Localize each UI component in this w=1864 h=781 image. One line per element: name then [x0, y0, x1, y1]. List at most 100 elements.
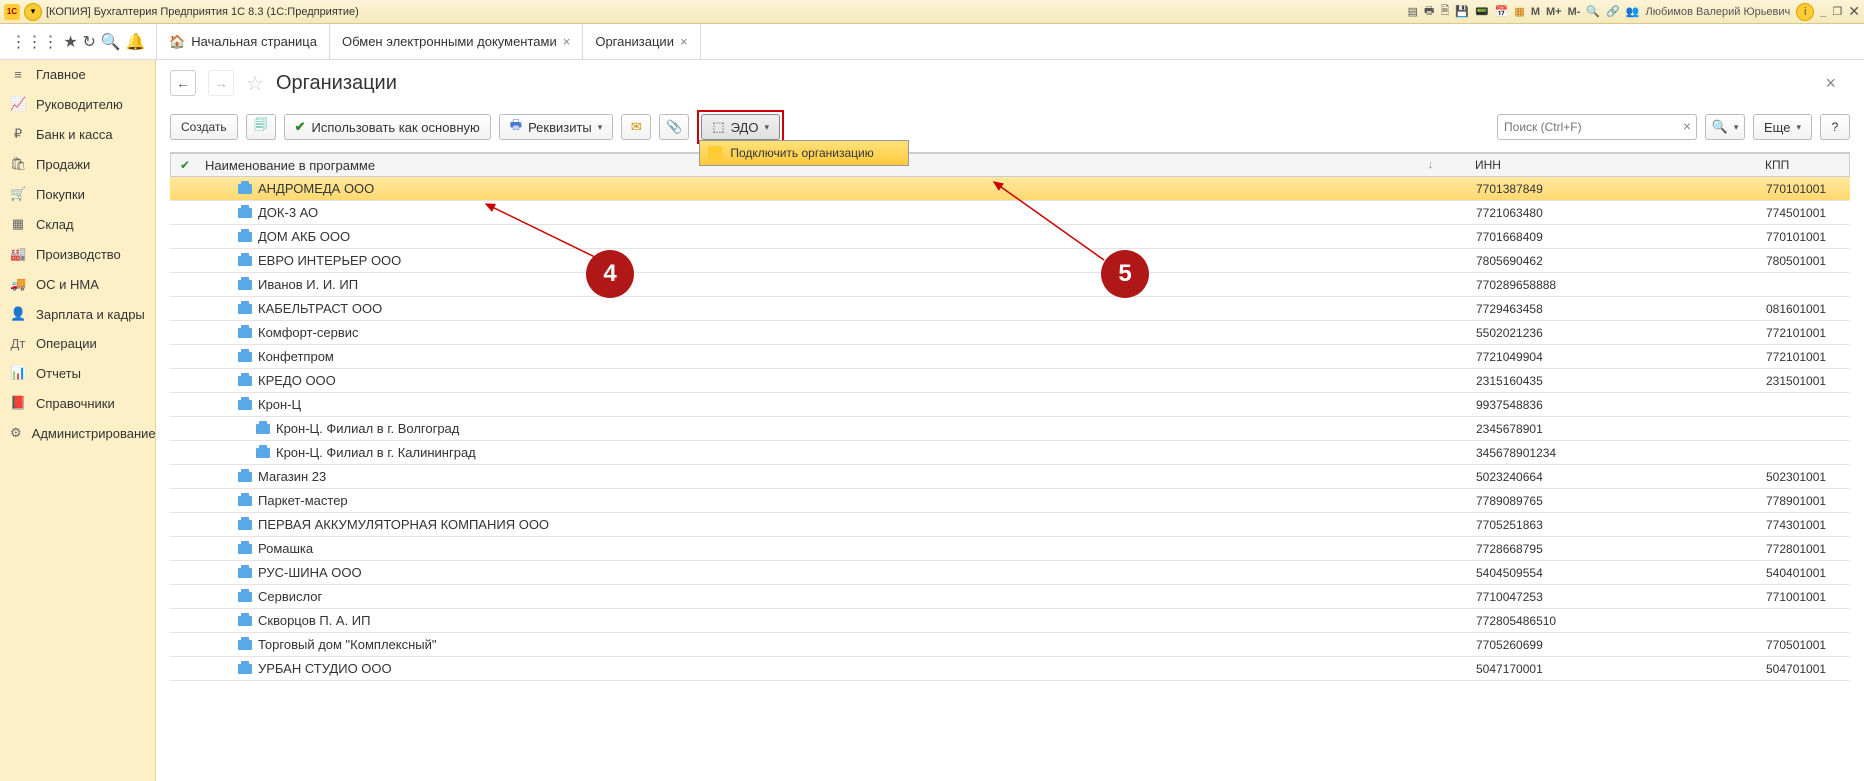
tab[interactable]: Организации× [583, 24, 700, 59]
tab[interactable]: Обмен электронными документами× [330, 24, 583, 59]
close-tab-icon[interactable]: × [563, 34, 571, 49]
requisites-button[interactable]: 🖶Реквизиты▾ [499, 114, 614, 140]
help-button[interactable]: ? [1820, 114, 1850, 140]
print-icon[interactable]: 🖶 [1424, 2, 1434, 21]
filter-button[interactable]: 🔍▾ [1705, 114, 1745, 140]
back-button[interactable]: ← [170, 70, 196, 96]
table-row[interactable]: АНДРОМЕДА ООО7701387849770101001 [170, 177, 1850, 201]
sidebar-item[interactable]: 🛒Покупки [0, 179, 155, 209]
sidebar-icon: 🏭 [10, 246, 26, 262]
edo-dropdown: Подключить организацию [699, 140, 909, 166]
sidebar-item[interactable]: 📈Руководителю [0, 89, 155, 119]
sidebar-item[interactable]: ⚙Администрирование [0, 418, 155, 448]
table-row[interactable]: ПЕРВАЯ АККУМУЛЯТОРНАЯ КОМПАНИЯ ООО770525… [170, 513, 1850, 537]
search-input[interactable] [1497, 114, 1697, 140]
toolbar-icon[interactable]: ▤ [1408, 5, 1418, 18]
sidebar-icon: ₽ [10, 126, 26, 142]
table-row[interactable]: Магазин 235023240664502301001 [170, 465, 1850, 489]
search-icon[interactable]: 🔍 [101, 32, 121, 52]
m-plus-icon[interactable]: M+ [1546, 6, 1562, 18]
sidebar-icon: 👤 [10, 306, 26, 322]
m-minus-icon[interactable]: M- [1568, 6, 1581, 18]
org-icon [238, 664, 252, 674]
inn-column-header[interactable]: ИНН [1469, 158, 1759, 172]
use-as-main-button[interactable]: ✔Использовать как основную [284, 114, 491, 140]
sidebar-item[interactable]: ▦Склад [0, 209, 155, 239]
create-button[interactable]: Создать [170, 114, 238, 140]
table-row[interactable]: КАБЕЛЬТРАСТ ООО7729463458081601001 [170, 297, 1850, 321]
sidebar-item[interactable]: ДтОперации [0, 329, 155, 358]
table-row[interactable]: ДОК-3 АО7721063480774501001 [170, 201, 1850, 225]
favorite-icon[interactable]: ☆ [246, 71, 264, 96]
clear-search-icon[interactable]: × [1683, 118, 1691, 134]
connect-org-item[interactable]: Подключить организацию [700, 141, 908, 165]
sidebar-item[interactable]: ≡Главное [0, 60, 155, 89]
restore-icon[interactable]: ❐ [1832, 5, 1842, 18]
table-row[interactable]: УРБАН СТУДИО ООО5047170001504701001 [170, 657, 1850, 681]
doc-icon[interactable]: 🗎 [1440, 2, 1449, 21]
table-row[interactable]: Крон-Ц. Филиал в г. Калининград345678901… [170, 441, 1850, 465]
table-row[interactable]: Комфорт-сервис5502021236772101001 [170, 321, 1850, 345]
org-icon [238, 520, 252, 530]
titlebar: 1C ▾ [КОПИЯ] Бухгалтерия Предприятия 1С … [0, 0, 1864, 24]
table-row[interactable]: Ромашка7728668795772801001 [170, 537, 1850, 561]
sidebar-icon: 🛍 [10, 156, 26, 172]
save-icon[interactable]: 💾 [1455, 5, 1469, 18]
calendar-icon[interactable]: 📅 [1495, 5, 1509, 18]
close-page-icon[interactable]: × [1825, 73, 1850, 94]
grid-icon[interactable]: ▦ [1514, 5, 1524, 18]
table-row[interactable]: Скворцов П. А. ИП772805486510 [170, 609, 1850, 633]
mail-button[interactable]: ✉ [621, 114, 651, 140]
table-row[interactable]: РУС-ШИНА ООО5404509554540401001 [170, 561, 1850, 585]
m-icon[interactable]: M [1531, 6, 1540, 18]
tab[interactable]: 🏠Начальная страница [156, 24, 330, 59]
edo-button[interactable]: ⬚ЭДО▾ [701, 114, 780, 140]
attach-button[interactable]: 📎 [659, 114, 689, 140]
search-icon[interactable]: 🔍 [1586, 5, 1600, 18]
forward-button[interactable]: → [208, 70, 234, 96]
org-inn: 770289658888 [1470, 278, 1760, 292]
check-column-header[interactable]: ✔ [171, 158, 199, 172]
star-icon[interactable]: ★ [63, 32, 77, 52]
table-row[interactable]: Паркет-мастер7789089765778901001 [170, 489, 1850, 513]
sidebar-item[interactable]: 🚚ОС и НМА [0, 269, 155, 299]
org-name: ДОМ АКБ ООО [258, 229, 350, 244]
table-row[interactable]: Иванов И. И. ИП770289658888 [170, 273, 1850, 297]
close-tab-icon[interactable]: × [680, 34, 688, 49]
table-row[interactable]: Сервислог7710047253771001001 [170, 585, 1850, 609]
more-button[interactable]: Еще▾ [1753, 114, 1812, 140]
apps-icon[interactable]: ⋮⋮⋮ [10, 32, 58, 52]
sidebar-item[interactable]: ₽Банк и касса [0, 119, 155, 149]
table-row[interactable]: ЕВРО ИНТЕРЬЕР ООО7805690462780501001 [170, 249, 1850, 273]
table-row[interactable]: Торговый дом "Комплексный"77052606997705… [170, 633, 1850, 657]
sidebar-label: Отчеты [36, 366, 81, 381]
org-kpp: 778901001 [1760, 494, 1850, 508]
table-row[interactable]: ДОМ АКБ ООО7701668409770101001 [170, 225, 1850, 249]
table-row[interactable]: Конфетпром7721049904772101001 [170, 345, 1850, 369]
history-icon[interactable]: ↻ [83, 32, 96, 52]
link-icon[interactable]: 🔗 [1606, 5, 1620, 18]
org-kpp: 772101001 [1760, 350, 1850, 364]
info-icon[interactable]: i [1796, 3, 1814, 21]
table-row[interactable]: Крон-Ц. Филиал в г. Волгоград2345678901 [170, 417, 1850, 441]
org-icon [238, 232, 252, 242]
minimize-icon[interactable]: _ [1820, 6, 1826, 18]
sidebar-item[interactable]: 📕Справочники [0, 388, 155, 418]
sidebar-item[interactable]: 🛍Продажи [0, 149, 155, 179]
sidebar-item[interactable]: 🏭Производство [0, 239, 155, 269]
sidebar-item[interactable]: 📊Отчеты [0, 358, 155, 388]
kpp-column-header[interactable]: КПП [1759, 158, 1849, 172]
calc-icon[interactable]: 📟 [1475, 5, 1489, 18]
org-icon [238, 472, 252, 482]
org-name: Конфетпром [258, 349, 334, 364]
bell-icon[interactable]: 🔔 [126, 32, 146, 52]
table-row[interactable]: Крон-Ц9937548836 [170, 393, 1850, 417]
user-name[interactable]: Любимов Валерий Юрьевич [1646, 6, 1791, 18]
sidebar-item[interactable]: 👤Зарплата и кадры [0, 299, 155, 329]
sidebar-icon: 📈 [10, 96, 26, 112]
copy-button[interactable]: 🗐 [246, 114, 276, 140]
table-row[interactable]: КРЕДО ООО2315160435231501001 [170, 369, 1850, 393]
org-icon [238, 400, 252, 410]
titlebar-dropdown-icon[interactable]: ▾ [24, 3, 42, 21]
close-window-icon[interactable]: ✕ [1848, 3, 1860, 20]
